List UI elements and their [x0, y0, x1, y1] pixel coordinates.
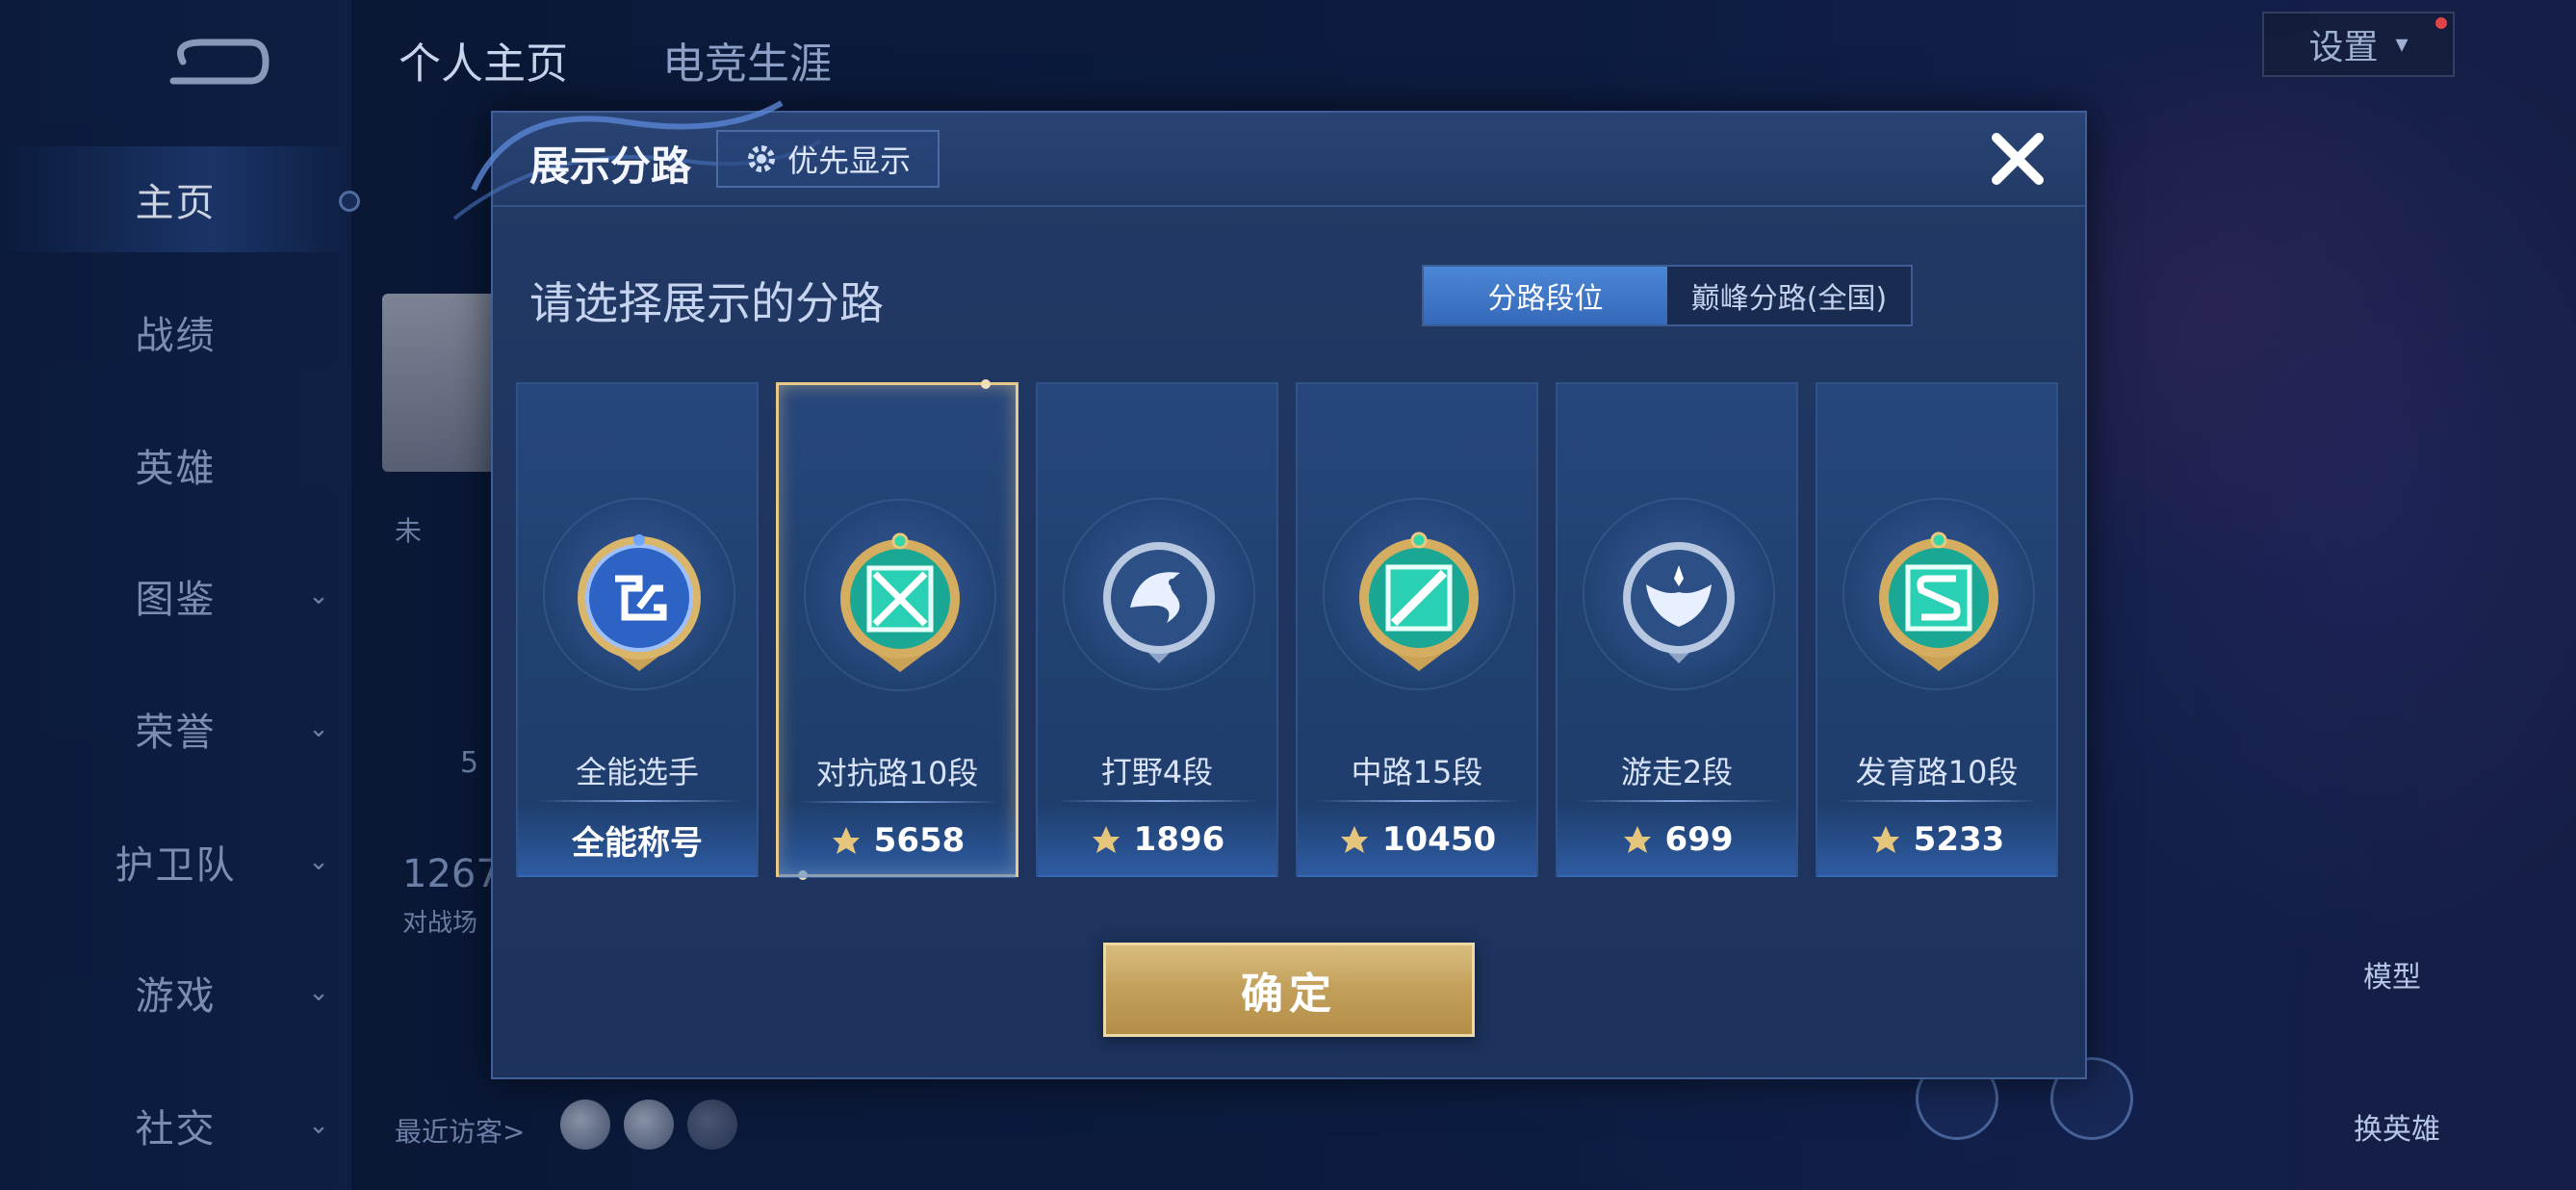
chevron-down-icon: ⌄	[308, 582, 331, 610]
priority-display-button[interactable]: 优先显示	[716, 130, 940, 188]
lane-card-roam[interactable]: 游走2段 699	[1556, 382, 1798, 877]
settings-label: 设置	[2308, 28, 2379, 67]
roam-emblem-icon	[1623, 542, 1735, 663]
active-indicator	[339, 191, 360, 212]
rank-points: 5658	[873, 821, 966, 860]
gear-icon	[747, 145, 775, 172]
rank-points: 10450	[1381, 820, 1497, 859]
sidebar-item-label: 图鉴	[135, 578, 217, 622]
sidebar-item-label: 主页	[135, 181, 217, 225]
lane-card-mid[interactable]: 中路15段 10450	[1296, 382, 1538, 877]
rank-points: 1896	[1133, 820, 1225, 859]
rank-points: 699	[1664, 820, 1734, 859]
card-footer: 5658	[779, 803, 1016, 878]
dialog-title: 展示分路	[529, 142, 692, 190]
dialog-header: 展示分路 优先显示	[452, 100, 2085, 220]
priority-label: 优先显示	[786, 142, 911, 179]
status-text: 未	[395, 515, 423, 547]
allround-emblem-icon	[578, 534, 701, 671]
lane-card-allround[interactable]: 全能选手 全能称号	[516, 382, 759, 877]
rank-points: 5233	[1913, 820, 2005, 859]
dialog-subtitle: 请选择展示的分路	[529, 277, 884, 329]
match-count: 1267	[402, 852, 501, 896]
rank-points-icon	[1871, 826, 1899, 853]
close-icon	[1992, 133, 2044, 185]
selection-corner-dot	[981, 379, 991, 389]
lane-display-dialog: 展示分路 优先显示 请选择展示的分路 分路段位 巅峰分路(全国) 全能选手 全能…	[452, 100, 2087, 1079]
chevron-down-icon: ⌄	[308, 847, 331, 876]
rank-points-icon	[832, 827, 860, 854]
chevron-down-icon: ⌄	[308, 1111, 331, 1140]
card-footer: 全能称号	[518, 802, 757, 877]
lane-card-jungle[interactable]: 打野4段 1896	[1036, 382, 1278, 877]
sidebar-item-records[interactable]: 战绩	[0, 279, 351, 385]
profile-avatar	[382, 294, 498, 472]
sidebar: 主页 战绩 英雄 图鉴 ⌄ 荣誉 ⌄ 护卫队 ⌄ 游戏 ⌄ 社交 ⌄	[0, 0, 360, 1190]
lane-label: 中路15段	[1351, 754, 1483, 790]
clash-lane-emblem-icon	[840, 532, 960, 672]
match-label: 对战场	[402, 909, 478, 938]
rank-points-icon	[1092, 826, 1120, 853]
lane-label: 发育路10段	[1855, 754, 2019, 790]
rank-points-icon	[1623, 826, 1651, 853]
recent-visitors-link[interactable]: 最近访客>	[395, 1111, 525, 1150]
lane-label: 全能选手	[575, 754, 699, 790]
card-footer: 5233	[1817, 802, 2056, 877]
back-icon[interactable]	[164, 35, 270, 89]
sidebar-item-home[interactable]: 主页	[0, 146, 351, 252]
tab-lane-rank[interactable]: 分路段位	[1424, 267, 1667, 324]
farm-lane-emblem-icon	[1879, 531, 1998, 671]
jungle-emblem-icon	[1103, 542, 1215, 663]
settings-button[interactable]: 设置 ▾	[2262, 12, 2455, 77]
chevron-down-icon: ⌄	[308, 978, 331, 1007]
sidebar-item-label: 护卫队	[115, 843, 237, 888]
tab-peak-lane[interactable]: 巅峰分路(全国)	[1667, 267, 1911, 324]
chevron-down-icon: ▾	[2395, 30, 2409, 59]
lane-card-clash[interactable]: 对抗路10段 5658	[776, 379, 1018, 880]
lane-mode-toggle: 分路段位 巅峰分路(全国)	[1422, 265, 1913, 326]
change-hero-label[interactable]: 换英雄	[2354, 1105, 2440, 1148]
lane-card-farm[interactable]: 发育路10段 5233	[1816, 382, 2058, 877]
confirm-button[interactable]: 确定	[1103, 943, 1475, 1037]
sidebar-item-games[interactable]: 游戏 ⌄	[0, 940, 351, 1046]
card-footer: 1896	[1038, 802, 1276, 877]
card-footer: 10450	[1298, 802, 1536, 877]
notification-dot	[2435, 17, 2447, 29]
title-value: 全能称号	[572, 823, 703, 863]
tab-profile[interactable]: 个人主页	[399, 29, 568, 91]
visitor-avatar[interactable]	[560, 1099, 610, 1150]
sidebar-item-social[interactable]: 社交 ⌄	[0, 1073, 351, 1178]
lane-label: 打野4段	[1100, 754, 1214, 790]
sidebar-item-label: 战绩	[135, 314, 217, 358]
mid-lane-emblem-icon	[1359, 531, 1479, 671]
rank-points-icon	[1340, 826, 1368, 853]
sidebar-item-label: 荣誉	[135, 711, 217, 755]
sidebar-item-label: 游戏	[135, 974, 217, 1019]
visitor-avatar[interactable]	[687, 1099, 737, 1150]
sidebar-item-guard[interactable]: 护卫队 ⌄	[0, 809, 351, 915]
chevron-down-icon: ⌄	[308, 714, 331, 743]
model-label[interactable]: 模型	[2363, 953, 2421, 996]
profile-number: 5	[460, 746, 479, 780]
visitor-avatar[interactable]	[624, 1099, 674, 1150]
sidebar-item-label: 社交	[135, 1107, 217, 1151]
sidebar-item-label: 英雄	[135, 447, 217, 491]
lane-label: 对抗路10段	[815, 755, 979, 791]
close-button[interactable]	[1983, 124, 2052, 194]
sidebar-item-honor[interactable]: 荣誉 ⌄	[0, 676, 351, 782]
card-footer: 699	[1558, 802, 1796, 877]
lane-label: 游走2段	[1620, 754, 1734, 790]
sidebar-item-heroes[interactable]: 英雄	[0, 412, 351, 518]
sidebar-item-codex[interactable]: 图鉴 ⌄	[0, 543, 351, 649]
tab-esports-career[interactable]: 电竞生涯	[662, 29, 832, 91]
